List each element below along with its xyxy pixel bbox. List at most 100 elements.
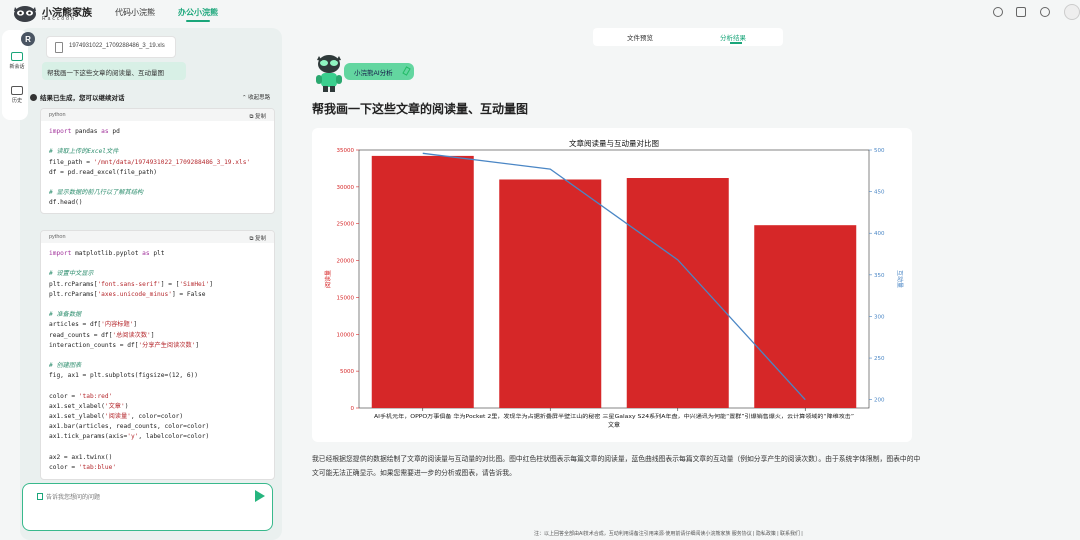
user-avatar-small[interactable]: R <box>21 32 35 46</box>
code-block-2: python ⧉ 复制 import matplotlib.pyplot as … <box>40 230 275 480</box>
input-placeholder: 告诉我您想问的问题 <box>37 492 100 501</box>
y-tick-label: 20000 <box>337 259 355 265</box>
result-tabs: 文件预览 分析结果 <box>593 28 783 46</box>
x-axis-label: 文章 <box>608 421 620 429</box>
y2-tick-label: 400 <box>874 231 885 237</box>
code-content: import pandas as pd # 读取上传的Excel文件 file_pa… <box>41 121 274 213</box>
result-summary: 我已经根据您提供的数据绘制了文章的阅读量与互动量的对比图。图中红色柱状图表示每篇… <box>312 456 921 477</box>
tab-code-raccoon[interactable]: 代码小浣熊 <box>115 7 155 18</box>
code-line: fig, ax1 = plt.subplots(figsize=(12, 6)) <box>49 372 199 380</box>
chat-input[interactable]: 告诉我您想问的问题 <box>22 483 273 531</box>
code-line: color = 'tab:red' <box>49 392 113 400</box>
y2-tick-label: 350 <box>874 273 885 279</box>
tab-office-raccoon[interactable]: 办公小浣熊 <box>178 7 218 18</box>
top-bar: 小浣熊家族 Raccoon 代码小浣熊 办公小浣熊 <box>0 0 1080 26</box>
code-line: ax1.tick_params(axis='y', labelcolor=col… <box>49 433 210 441</box>
chart-title: 文章阅读量与互动量对比图 <box>569 138 659 148</box>
copy-label: 复制 <box>254 114 266 120</box>
bar-reads <box>499 179 602 408</box>
file-name: 1974931022_1709288486_3_19.xls <box>69 43 165 49</box>
y2-tick-label: 500 <box>874 148 885 154</box>
reading-interaction-chart: 文章阅读量与互动量对比图 0 5000 10000 15000 20000 25000 300… <box>324 138 903 429</box>
sidebar-item-label: 新会话 <box>9 64 25 70</box>
code-line: import matplotlib.pyplot as plt <box>49 250 165 257</box>
new-chat-icon <box>11 52 23 61</box>
y-tick-label: 35000 <box>337 148 355 154</box>
code-line: file_path = '/mnt/data/1974931022_170928… <box>49 158 251 166</box>
y-tick-label: 0 <box>351 406 355 412</box>
bar-reads <box>754 225 857 408</box>
raccoon-avatar-icon <box>30 94 37 101</box>
active-tab-indicator <box>186 20 210 22</box>
active-tab-indicator <box>730 42 742 44</box>
y-tick-label: 10000 <box>337 332 355 338</box>
code-line: interaction_counts = df['分享产生阅读次数'] <box>49 341 200 349</box>
code-line: df = pd.read_excel(file_path) <box>49 168 158 176</box>
copy-button[interactable]: ⧉ 复制 <box>250 234 266 243</box>
user-message-text: 帮我画一下这些文章的阅读量、互动量图 <box>47 70 164 77</box>
code-line: ax1.set_xlabel('文章') <box>49 402 129 410</box>
user-avatar[interactable] <box>1064 4 1080 20</box>
line-interactions <box>422 152 806 401</box>
y2-tick-label: 200 <box>874 398 885 404</box>
code-line: ax1.bar(articles, read_counts, color=col… <box>49 423 210 431</box>
bar-reads <box>371 155 474 408</box>
placeholder-text: 告诉我您想问的问题 <box>46 495 101 501</box>
code-line: import pandas as pd <box>49 128 120 135</box>
copy-button[interactable]: ⧉ 复制 <box>250 112 266 121</box>
copy-label: 复制 <box>254 236 266 242</box>
code-line: read_counts = df['总阅读次数'] <box>49 331 155 339</box>
collapse-label: 收起思路 <box>248 95 271 101</box>
code-line: articles = df['内容标题'] <box>49 321 138 329</box>
raccoon-logo-icon[interactable] <box>12 3 38 23</box>
y2-tick-label: 300 <box>874 314 885 320</box>
uploaded-file-chip[interactable]: 1974931022_1709288486_3_19.xls <box>46 36 176 58</box>
y2-tick-label: 450 <box>874 190 885 196</box>
chat-panel: 1974931022_1709288486_3_19.xls 帮我画一下这些文章… <box>20 28 282 540</box>
code-line: # 创建图表 <box>49 362 82 370</box>
code-content: import matplotlib.pyplot as plt # 设置中文显示 p… <box>41 243 274 479</box>
code-line: # 设置中文显示 <box>49 270 94 278</box>
user-message: 帮我画一下这些文章的阅读量、互动量图 <box>42 62 186 80</box>
globe-icon[interactable] <box>993 7 1003 17</box>
pen-icon <box>402 66 411 76</box>
document-icon <box>37 493 43 500</box>
bar-reads <box>626 178 729 408</box>
result-title: 帮我画一下这些文章的阅读量、互动量图 <box>312 102 529 116</box>
footer-disclaimer: 注：以上回答全部由AI技术合成，互动利用请备注引用来源·使用前请仔细阅读小浣熊家… <box>534 531 803 537</box>
code-language: python <box>49 112 66 118</box>
tab-analysis-result[interactable]: 分析结果 <box>720 32 746 42</box>
history-icon <box>11 86 23 95</box>
sidebar-item-label: 历史 <box>11 98 22 104</box>
collapse-thoughts-button[interactable]: ⌃ 收起思路 <box>242 93 270 101</box>
sidebar-item-new-chat[interactable]: 新会话 <box>6 52 28 70</box>
sidebar-item-history[interactable]: 历史 <box>6 86 28 104</box>
y-tick-label: 25000 <box>337 222 355 228</box>
code-line: df.head() <box>49 199 83 207</box>
code-line: # 显示数据的前几行以了解其结构 <box>49 189 144 197</box>
code-line: plt.rcParams['axes.unicode_minus'] = Fal… <box>49 290 206 298</box>
code-line: color = 'tab:blue' <box>49 463 117 471</box>
result-status: 结果已生成，您可以继续对话 <box>30 92 125 102</box>
y-tick-label: 30000 <box>337 185 355 191</box>
chart-card: 文章阅读量与互动量对比图 0 5000 10000 15000 20000 25000 300… <box>312 128 912 442</box>
code-block-1: python ⧉ 复制 import pandas as pd # 读取上传的Ex… <box>40 108 275 214</box>
raccoon-robot-icon <box>316 55 342 92</box>
file-icon <box>55 42 63 53</box>
y-axis-label: 阅读量 <box>324 270 332 288</box>
ai-analysis-badge: 小浣熊AI分析 <box>344 63 414 80</box>
help-icon[interactable] <box>1040 7 1050 17</box>
code-line: # 准备数据 <box>49 311 82 319</box>
x-tick-labels: AI手机元年，OPPO万事俱备 华为Pocket 2里，发现华为占据折叠屏半壁江… <box>374 412 854 420</box>
code-line: # 读取上传的Excel文件 <box>49 148 119 156</box>
tab-file-preview[interactable]: 文件预览 <box>627 32 653 42</box>
book-icon[interactable] <box>1016 7 1026 17</box>
send-icon[interactable] <box>255 490 265 502</box>
